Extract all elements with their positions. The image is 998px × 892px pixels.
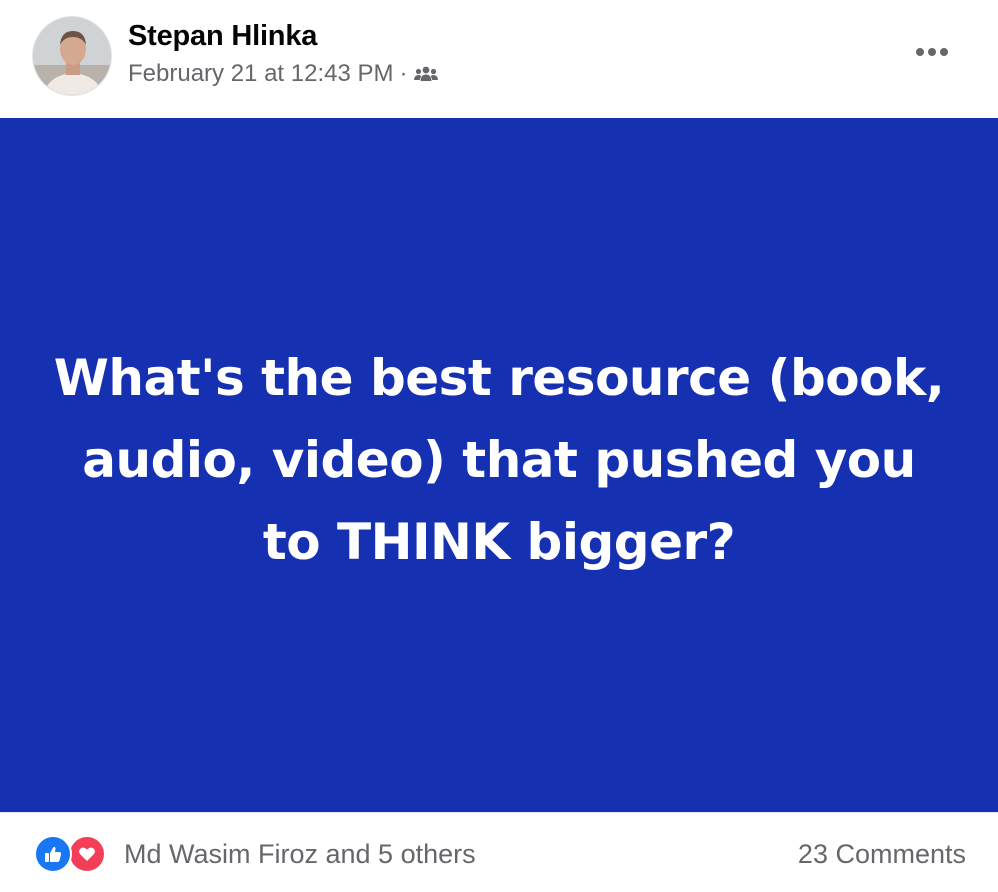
reaction-icons[interactable] <box>34 835 110 875</box>
post-meta: February 21 at 12:43 PM · <box>128 60 439 88</box>
post-footer: Md Wasim Firoz and 5 others 23 Comments <box>0 812 998 892</box>
post-text: What's the best resource (book, audio, v… <box>53 349 945 571</box>
like-reaction-icon <box>34 835 72 873</box>
group-audience-icon[interactable] <box>413 64 439 84</box>
author-avatar[interactable] <box>32 16 112 96</box>
comments-count-link[interactable]: 23 Comments <box>798 839 966 870</box>
author-name[interactable]: Stepan Hlinka <box>128 20 317 53</box>
post-timestamp[interactable]: February 21 at 12:43 PM <box>128 60 393 88</box>
post-header: Stepan Hlinka February 21 at 12:43 PM · <box>0 0 998 118</box>
post-text-background[interactable]: What's the best resource (book, audio, v… <box>0 118 998 812</box>
more-options-icon[interactable] <box>906 34 958 70</box>
love-reaction-icon <box>68 835 106 873</box>
meta-separator: · <box>399 60 408 87</box>
reaction-names-link[interactable]: Md Wasim Firoz and 5 others <box>124 839 476 870</box>
